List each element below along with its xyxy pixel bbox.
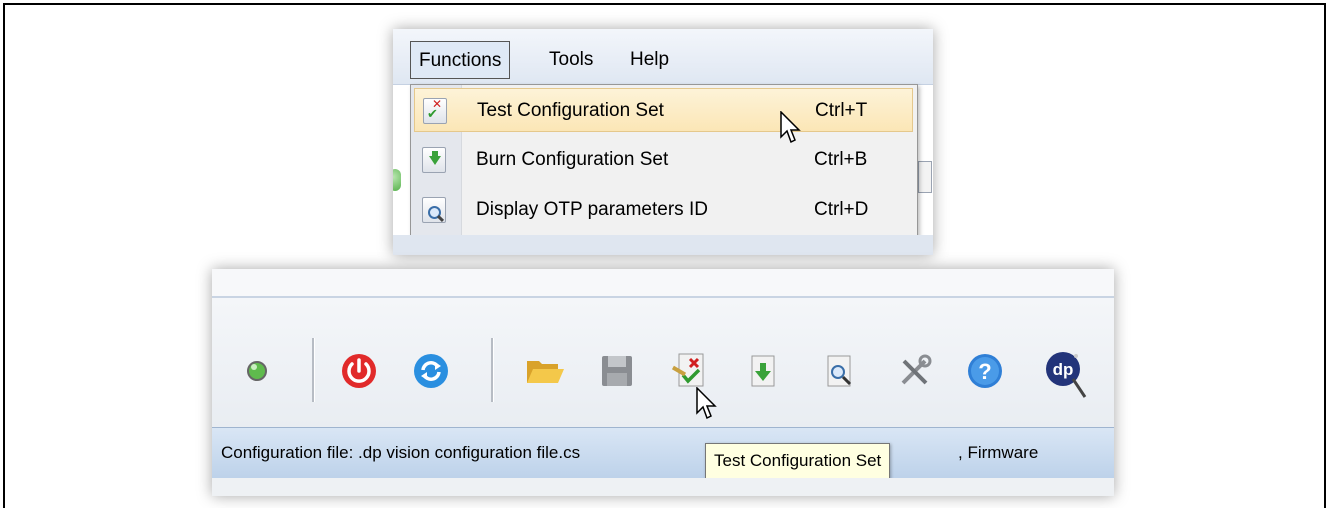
- power-icon[interactable]: [339, 351, 379, 391]
- window-bottom-band: [212, 478, 1114, 496]
- save-icon[interactable]: [597, 351, 637, 391]
- window-top-band: [212, 269, 1114, 298]
- burn-config-icon[interactable]: [743, 351, 783, 391]
- refresh-icon[interactable]: [411, 351, 451, 391]
- burn-config-icon: [422, 147, 446, 173]
- menu-item-shortcut: Ctrl+T: [815, 100, 868, 121]
- main-toolbar: ? dp: [212, 298, 1114, 427]
- menu-tools[interactable]: Tools: [541, 41, 601, 79]
- toolbar-separator: [491, 338, 494, 402]
- toolbar-screenshot: ? dp Configuration file: .dp vision conf…: [212, 269, 1114, 496]
- menu-item-burn-configuration-set[interactable]: Burn Configuration Set Ctrl+B: [414, 138, 913, 182]
- menu-functions[interactable]: Functions: [410, 41, 511, 79]
- test-config-icon[interactable]: [670, 351, 710, 391]
- menu-item-display-otp-parameters-id[interactable]: Display OTP parameters ID Ctrl+D: [414, 188, 913, 232]
- status-text-config-file: Configuration file: .dp vision configura…: [221, 443, 581, 462]
- menu-screenshot: Functions Tools Help ✕ ✔ Test Configurat…: [393, 29, 933, 255]
- open-folder-icon[interactable]: [524, 351, 564, 391]
- display-otp-icon[interactable]: [820, 351, 860, 391]
- toolbar-separator: [312, 338, 315, 402]
- statusbar-partial: [393, 235, 933, 255]
- test-config-icon: ✕ ✔: [423, 97, 447, 124]
- status-led-icon: [237, 351, 277, 391]
- menu-help[interactable]: Help: [622, 41, 677, 79]
- functions-dropdown: ✕ ✔ Test Configuration Set Ctrl+T Burn C…: [410, 84, 918, 237]
- dp-logo-icon[interactable]: dp: [1045, 351, 1107, 398]
- menu-item-label: Display OTP parameters ID: [476, 199, 708, 220]
- tooltip: Test Configuration Set: [705, 443, 891, 479]
- menu-bar: Functions Tools Help: [393, 29, 933, 85]
- svg-text:?: ?: [978, 359, 991, 384]
- partial-toolbar-icon: [918, 161, 932, 193]
- status-bar: Configuration file: .dp vision configura…: [212, 427, 1114, 479]
- menu-item-shortcut: Ctrl+B: [814, 149, 868, 170]
- menu-item-shortcut: Ctrl+D: [814, 199, 869, 220]
- svg-text:dp: dp: [1053, 360, 1074, 379]
- menu-item-label: Test Configuration Set: [477, 100, 664, 121]
- help-icon[interactable]: ?: [965, 351, 1005, 391]
- tools-icon[interactable]: [895, 351, 935, 391]
- status-text-firmware: , Firmware: [958, 443, 1039, 462]
- menu-item-test-configuration-set[interactable]: ✕ ✔ Test Configuration Set Ctrl+T: [414, 88, 913, 132]
- menu-item-label: Burn Configuration Set: [476, 149, 669, 170]
- display-otp-icon: [422, 197, 446, 223]
- status-led-icon: [393, 169, 401, 191]
